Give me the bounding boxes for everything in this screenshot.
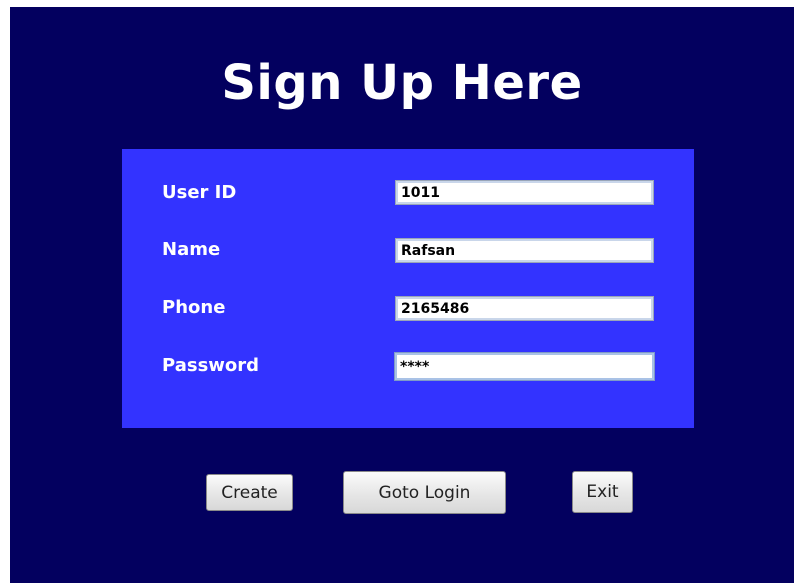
- password-input[interactable]: [394, 352, 655, 381]
- password-label: Password: [162, 355, 260, 376]
- goto-login-button[interactable]: Goto Login: [343, 471, 506, 514]
- name-label: Name: [162, 239, 221, 260]
- page-title: Sign Up Here: [221, 55, 583, 111]
- user-id-label: User ID: [162, 182, 237, 203]
- exit-button[interactable]: Exit: [572, 471, 633, 513]
- phone-label: Phone: [162, 297, 226, 318]
- signup-form-panel: User ID Name Phone Password: [122, 149, 694, 428]
- create-button[interactable]: Create: [206, 474, 293, 511]
- signup-window: Sign Up Here User ID Name Phone Password…: [10, 7, 794, 583]
- phone-input[interactable]: [395, 296, 654, 321]
- user-id-input[interactable]: [395, 180, 654, 205]
- name-input[interactable]: [395, 238, 654, 263]
